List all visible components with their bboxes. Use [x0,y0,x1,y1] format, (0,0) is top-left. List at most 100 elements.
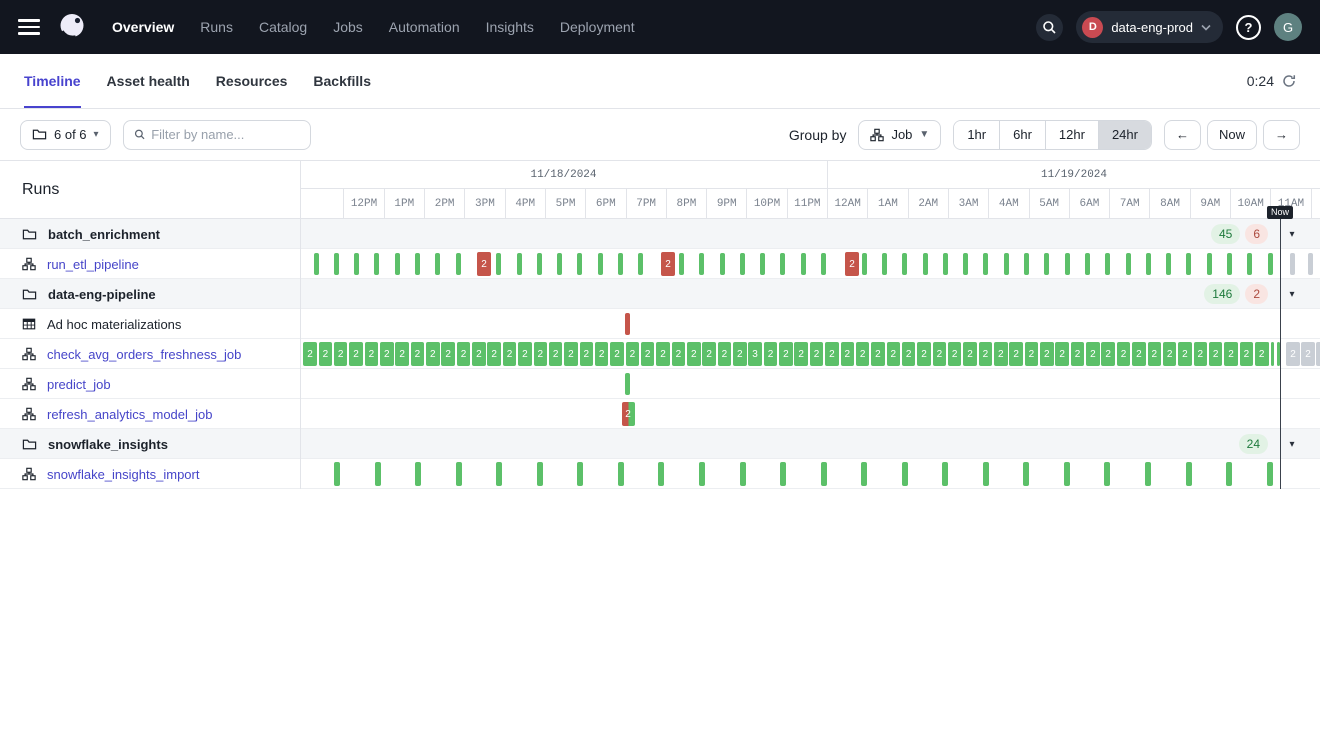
run-batch-mark[interactable]: 2 [979,342,993,366]
help-icon[interactable]: ? [1236,15,1261,40]
run-batch-mark[interactable]: 2 [1132,342,1146,366]
run-tick-mark[interactable] [1024,253,1029,275]
run-tick-mark[interactable] [1227,253,1232,275]
job-link[interactable]: snowflake_insights_import [47,467,199,482]
run-tick-mark[interactable] [1146,253,1151,275]
run-batch-mark[interactable]: 2 [841,342,855,366]
row-expand-button[interactable]: ▾ [1283,429,1301,459]
range-12hr[interactable]: 12hr [1045,121,1098,149]
nav-item-deployment[interactable]: Deployment [560,19,635,35]
run-batch-mark[interactable]: 2 [1055,342,1069,366]
run-tick-mark[interactable] [882,253,887,275]
run-tick-mark[interactable] [598,253,603,275]
refresh-icon[interactable] [1282,74,1296,88]
previous-period-button[interactable]: ← [1164,120,1201,150]
run-tick-mark[interactable] [1166,253,1171,275]
run-tick-mark[interactable] [902,253,907,275]
run-tick-mark[interactable] [1271,342,1274,366]
run-tick-mark[interactable] [537,462,543,486]
run-tick-mark[interactable] [720,253,725,275]
row-expand-button[interactable]: ▾ [1283,219,1301,249]
run-batch-mark[interactable]: 2 [426,342,440,366]
job-link[interactable]: refresh_analytics_model_job [47,407,212,422]
run-batch-mark[interactable]: 2 [1240,342,1254,366]
run-batch-mark[interactable]: 2 [1178,342,1192,366]
job-link[interactable]: predict_job [47,377,111,392]
run-batch-mark[interactable]: 2 [477,252,491,276]
nav-item-runs[interactable]: Runs [200,19,233,35]
run-tick-mark[interactable] [395,253,400,275]
run-batch-mark[interactable]: 2 [441,342,455,366]
tab-backfills[interactable]: Backfills [313,54,371,108]
run-tick-mark[interactable] [577,462,583,486]
run-batch-mark[interactable]: 2 [626,342,640,366]
run-batch-mark[interactable]: 2 [1101,342,1115,366]
run-batch-mark[interactable]: 2 [963,342,977,366]
row-title[interactable]: Ad hoc materializations [47,317,181,332]
run-tick-mark[interactable] [1308,253,1313,275]
next-period-button[interactable]: → [1263,120,1300,150]
group-by-dropdown[interactable]: Job ▼ [858,120,941,150]
run-tick-mark[interactable] [1266,342,1269,366]
run-batch-mark[interactable]: 2 [1148,342,1162,366]
run-tick-mark[interactable] [456,462,462,486]
tab-resources[interactable]: Resources [216,54,288,108]
run-batch-mark[interactable]: 2 [1009,342,1023,366]
run-batch-mark[interactable]: 2 [661,252,675,276]
run-batch-mark[interactable]: 2 [764,342,778,366]
run-batch-mark[interactable]: 2 [887,342,901,366]
filter-input[interactable] [151,127,299,142]
run-batch-mark[interactable]: 2 [1025,342,1039,366]
run-batch-mark[interactable]: 2 [319,342,333,366]
run-tick-mark[interactable] [1247,253,1252,275]
run-batch-mark[interactable]: 2 [779,342,793,366]
run-batch-mark[interactable]: 2 [1163,342,1177,366]
run-batch-mark[interactable]: 2 [845,252,859,276]
run-tick-mark[interactable] [1267,462,1273,486]
run-tick-mark[interactable] [537,253,542,275]
run-batch-mark[interactable]: 2 [902,342,916,366]
run-tick-mark[interactable] [1268,253,1273,275]
run-tick-mark[interactable] [1023,462,1029,486]
run-batch-mark[interactable]: 2 [365,342,379,366]
run-tick-mark[interactable] [1277,342,1280,366]
run-batch-mark[interactable]: 2 [825,342,839,366]
run-tick-mark[interactable] [902,462,908,486]
run-tick-mark[interactable] [862,253,867,275]
run-batch-mark[interactable]: 2 [994,342,1008,366]
user-avatar[interactable]: G [1274,13,1302,41]
run-tick-mark[interactable] [1065,253,1070,275]
run-tick-mark[interactable] [618,253,623,275]
run-tick-mark[interactable] [1064,462,1070,486]
menu-icon[interactable] [18,19,40,35]
run-tick-mark[interactable] [861,462,867,486]
nav-item-overview[interactable]: Overview [112,19,174,35]
run-batch-mark[interactable]: 2 [917,342,931,366]
run-tick-mark[interactable] [354,253,359,275]
run-batch-mark[interactable]: 2 [794,342,808,366]
nav-item-catalog[interactable]: Catalog [259,19,307,35]
run-batch-mark[interactable]: 2 [733,342,747,366]
run-tick-mark[interactable] [943,253,948,275]
run-batch-mark[interactable]: 2 [457,342,471,366]
run-tick-mark[interactable] [740,253,745,275]
run-batch-mark[interactable]: 2 [549,342,563,366]
run-batch-mark[interactable]: 2 [1301,342,1315,366]
run-batch-mark[interactable]: 2 [1286,342,1300,366]
run-tick-mark[interactable] [760,253,765,275]
run-tick-mark[interactable] [821,253,826,275]
run-tick-mark[interactable] [658,462,664,486]
nav-item-automation[interactable]: Automation [389,19,460,35]
run-batch-mark[interactable]: 2 [487,342,501,366]
run-tick-mark[interactable] [334,253,339,275]
run-batch-mark[interactable]: 2 [610,342,624,366]
run-batch-mark[interactable]: 2 [672,342,686,366]
run-tick-mark[interactable] [415,462,421,486]
run-batch-mark[interactable]: 2 [349,342,363,366]
run-batch-mark[interactable]: 2 [303,342,317,366]
run-tick-mark[interactable] [334,462,340,486]
run-tick-mark[interactable] [1126,253,1131,275]
run-batch-mark[interactable]: 2 [411,342,425,366]
run-batch-mark[interactable]: 2 [1316,342,1320,366]
range-1hr[interactable]: 1hr [954,121,999,149]
